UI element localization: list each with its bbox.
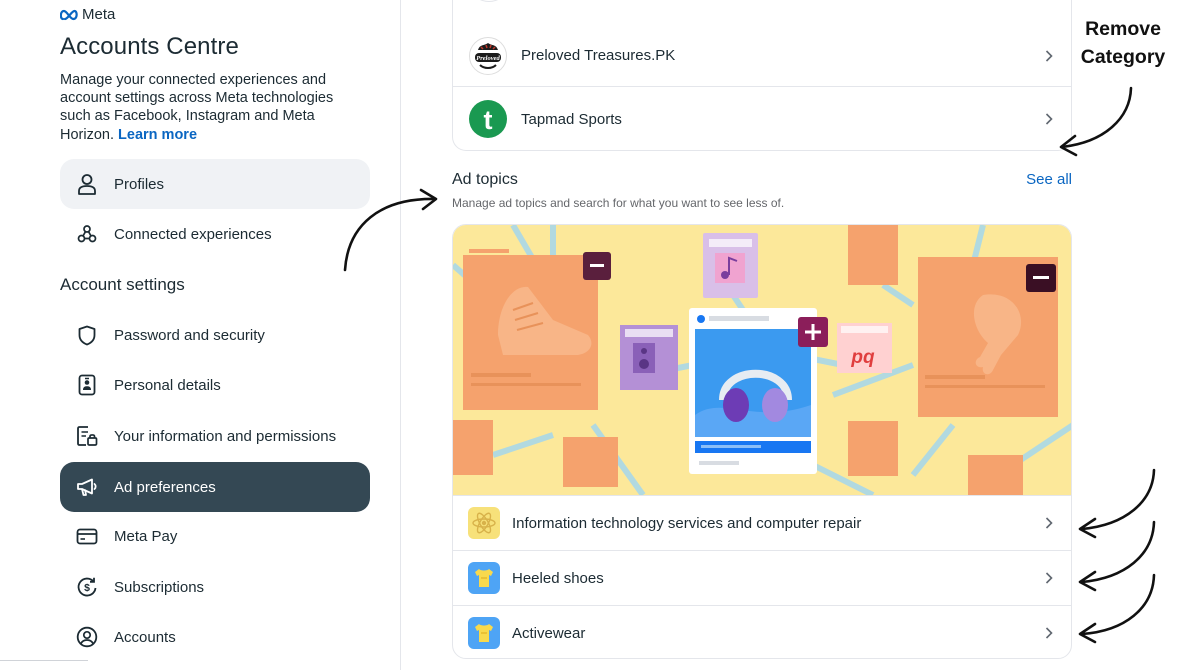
person-icon bbox=[76, 173, 98, 195]
sidebar-item-label: Subscriptions bbox=[114, 578, 205, 596]
shield-icon bbox=[76, 324, 98, 346]
sidebar-item-label: Accounts bbox=[114, 628, 176, 646]
topic-row-heeled-shoes[interactable]: Heeled shoes bbox=[453, 550, 1071, 605]
sidebar-item-subscriptions[interactable]: $ Subscriptions bbox=[60, 562, 370, 612]
arrow-topic-2 bbox=[1080, 520, 1156, 584]
topic-row-it-services[interactable]: Information technology services and comp… bbox=[453, 495, 1071, 550]
shirt-icon bbox=[468, 617, 500, 649]
sidebar-item-label: Your information and permissions bbox=[114, 427, 337, 445]
arrow-topic-3 bbox=[1080, 573, 1156, 636]
topic-label: Heeled shoes bbox=[512, 569, 604, 587]
topic-label: Activewear bbox=[512, 624, 586, 642]
sidebar-item-label: Password and security bbox=[114, 326, 265, 344]
sidebar-item-profiles[interactable]: Profiles bbox=[60, 159, 370, 209]
sidebar-item-password-security[interactable]: Password and security bbox=[60, 310, 370, 360]
shirt-icon bbox=[468, 562, 500, 594]
sidebar-divider bbox=[400, 0, 401, 670]
page-description: Manage your connected experiences and ac… bbox=[60, 71, 365, 144]
topic-row-activewear[interactable]: Activewear bbox=[453, 605, 1071, 658]
headphones-post-card bbox=[689, 308, 817, 474]
advertiser-logo-partial bbox=[471, 0, 507, 2]
ad-topics-illustration: pq bbox=[453, 225, 1071, 495]
ad-topics-card: pq Information technology services and c… bbox=[452, 224, 1072, 659]
preloved-logo: Preloved bbox=[469, 36, 507, 75]
chevron-right-icon bbox=[1045, 627, 1053, 639]
sidebar-item-accounts[interactable]: Accounts bbox=[60, 612, 370, 662]
meta-logo-text: Meta bbox=[82, 6, 116, 23]
preloved-logo-text: Preloved bbox=[476, 55, 500, 62]
meta-infinity-icon bbox=[60, 9, 78, 20]
card-icon bbox=[76, 525, 98, 547]
id-card-icon bbox=[76, 374, 98, 396]
chevron-right-icon bbox=[1045, 113, 1053, 125]
pq-card-text: pq bbox=[850, 347, 875, 368]
advertiser-row-preloved[interactable]: Preloved Preloved Treasures.PK bbox=[453, 25, 1071, 87]
atom-icon bbox=[468, 507, 500, 539]
bottom-divider bbox=[0, 660, 88, 661]
advertisers-card: Preloved Preloved Treasures.PK t Tapmad … bbox=[452, 0, 1072, 151]
page-title: Accounts Centre bbox=[60, 33, 239, 60]
chevron-right-icon bbox=[1045, 49, 1053, 62]
sidebar: Meta Accounts Centre Manage your connect… bbox=[0, 0, 400, 670]
annotation-line-2: Category bbox=[1080, 46, 1166, 68]
sidebar-item-label: Meta Pay bbox=[114, 527, 178, 545]
sidebar-item-label: Profiles bbox=[114, 175, 165, 193]
advertiser-row-tapmad[interactable]: t Tapmad Sports bbox=[453, 88, 1071, 150]
account-circle-icon bbox=[76, 626, 98, 648]
sidebar-item-connected-experiences[interactable]: Connected experiences bbox=[60, 209, 370, 259]
info-lock-icon bbox=[76, 425, 98, 447]
sidebar-item-label: Connected experiences bbox=[114, 225, 272, 243]
connected-nodes-icon bbox=[76, 223, 98, 245]
sidebar-item-label: Ad preferences bbox=[114, 478, 216, 496]
advertiser-name: Preloved Treasures.PK bbox=[521, 47, 676, 64]
ad-topics-heading: Ad topics bbox=[452, 171, 518, 188]
tapmad-logo: t bbox=[469, 100, 507, 138]
arrow-remove-advertiser bbox=[1060, 86, 1133, 149]
meta-logo[interactable]: Meta bbox=[60, 6, 115, 23]
shoe-post-card bbox=[463, 249, 598, 410]
learn-more-link[interactable]: Learn more bbox=[118, 127, 197, 143]
chevron-right-icon bbox=[1045, 517, 1053, 529]
dollar-cycle-icon: $ bbox=[76, 576, 98, 598]
remove-category-annotation: Remove Category bbox=[1070, 15, 1176, 71]
advertiser-name: Tapmad Sports bbox=[521, 110, 622, 128]
sidebar-item-personal-details[interactable]: Personal details bbox=[60, 360, 370, 410]
annotation-line-1: Remove bbox=[1085, 18, 1161, 40]
topic-label: Information technology services and comp… bbox=[512, 514, 862, 532]
svg-text:$: $ bbox=[84, 582, 90, 594]
megaphone-icon bbox=[76, 476, 98, 498]
sidebar-item-label: Personal details bbox=[114, 376, 221, 394]
sidebar-item-meta-pay[interactable]: Meta Pay bbox=[60, 511, 370, 561]
sidebar-item-information-permissions[interactable]: Your information and permissions bbox=[60, 411, 370, 461]
arrow-topic-1 bbox=[1080, 468, 1156, 531]
tapmad-logo-text: t bbox=[484, 105, 493, 135]
see-all-link[interactable]: See all bbox=[1026, 171, 1072, 188]
chevron-right-icon bbox=[1045, 572, 1053, 584]
sidebar-item-ad-preferences[interactable]: Ad preferences bbox=[60, 462, 370, 512]
ad-topics-description: Manage ad topics and search for what you… bbox=[452, 196, 785, 210]
account-settings-heading: Account settings bbox=[60, 275, 185, 294]
